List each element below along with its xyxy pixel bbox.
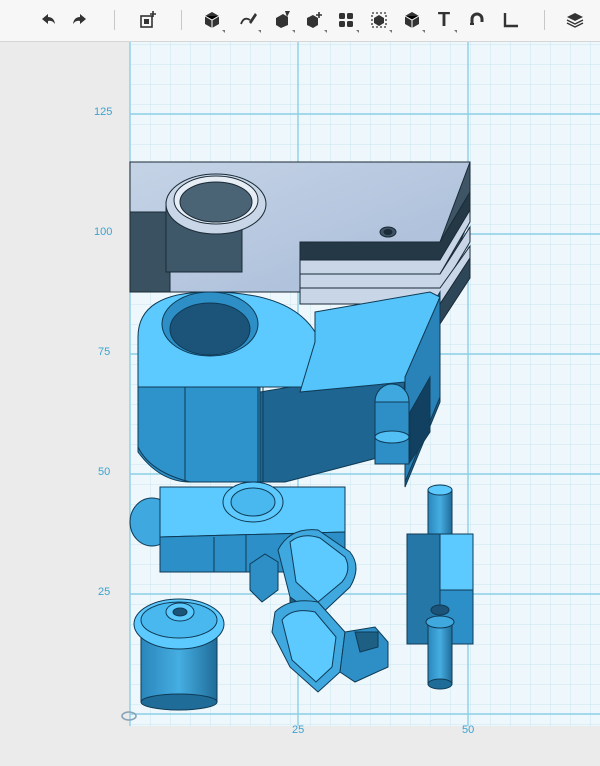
y-tick-label: 50 bbox=[98, 466, 111, 478]
y-tick-label: 75 bbox=[98, 346, 111, 358]
scene-svg bbox=[121, 42, 600, 726]
text-icon: T bbox=[437, 8, 451, 31]
primitives-button[interactable] bbox=[198, 6, 226, 34]
magnet-snap-icon bbox=[470, 12, 484, 25]
combine-button[interactable] bbox=[398, 6, 426, 34]
pattern-grid-icon bbox=[339, 13, 353, 27]
construct-button[interactable] bbox=[268, 6, 296, 34]
toolbar-divider bbox=[114, 10, 115, 30]
pencil-sketch-icon bbox=[240, 13, 257, 25]
add-box-icon bbox=[140, 11, 156, 28]
grouping-button[interactable] bbox=[365, 6, 393, 34]
material-button[interactable] bbox=[561, 6, 589, 34]
text-button[interactable]: T bbox=[430, 6, 458, 34]
measure-corner-icon bbox=[503, 13, 518, 28]
undo-button[interactable] bbox=[34, 6, 62, 34]
y-tick-label: 25 bbox=[98, 586, 111, 598]
y-tick-label: 125 bbox=[94, 106, 113, 118]
y-tick-label: 100 bbox=[94, 226, 113, 238]
x-tick-label: 25 bbox=[292, 724, 305, 736]
modify-button[interactable] bbox=[300, 6, 328, 34]
blue-bracket bbox=[137, 290, 441, 488]
x-tick-label: 50 bbox=[462, 724, 475, 736]
group-select-icon bbox=[371, 12, 387, 28]
combine-solid-icon bbox=[404, 12, 420, 28]
redo-arrow-icon bbox=[73, 14, 86, 24]
undo-arrow-icon bbox=[42, 14, 55, 24]
cylinder-cap bbox=[133, 598, 225, 711]
toolbar-divider bbox=[544, 10, 545, 30]
construct-brush-icon bbox=[276, 11, 290, 28]
sketch-button[interactable] bbox=[234, 6, 262, 34]
add-shape-button[interactable] bbox=[134, 6, 162, 34]
cube-primitive-icon bbox=[204, 12, 220, 28]
main-toolbar: T bbox=[0, 0, 600, 42]
redo-button[interactable] bbox=[66, 6, 94, 34]
3d-viewport[interactable]: 125 100 75 50 25 25 50 bbox=[0, 42, 600, 766]
snap-button[interactable] bbox=[463, 6, 491, 34]
toolbar-divider bbox=[181, 10, 182, 30]
pattern-button[interactable] bbox=[332, 6, 360, 34]
measure-button[interactable] bbox=[497, 6, 525, 34]
material-stack-icon bbox=[566, 13, 584, 28]
modify-cube-icon bbox=[307, 12, 322, 28]
